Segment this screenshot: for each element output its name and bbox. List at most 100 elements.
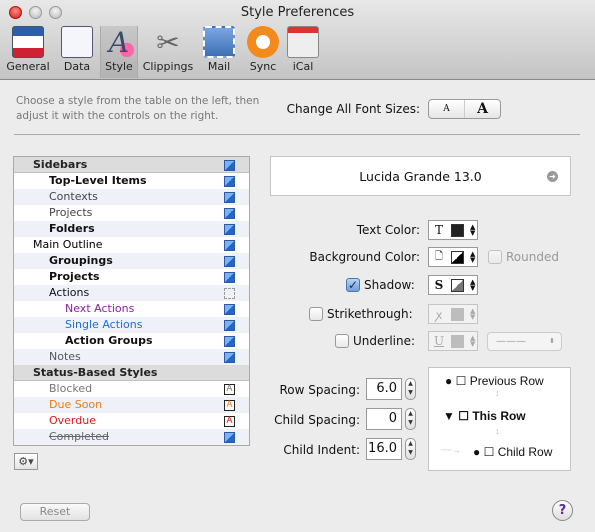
style-row[interactable]: Due Soon A xyxy=(14,397,249,413)
rounded-label: Rounded xyxy=(506,250,559,264)
row-spacing-stepper[interactable]: ▲ ▼ xyxy=(405,378,416,400)
popup-arrows-icon: ⬍ xyxy=(549,337,555,345)
gear-menu-button[interactable]: ⚙▾ xyxy=(14,453,38,470)
child-indent-stepper[interactable]: ▲ ▼ xyxy=(405,438,416,460)
child-row-preview: ● ☐ Child Row xyxy=(473,445,553,459)
style-row[interactable]: Next Actions xyxy=(14,301,249,317)
style-row[interactable]: Overdue A xyxy=(14,413,249,429)
style-row[interactable]: Main Outline xyxy=(14,237,249,253)
background-color-label: Background Color: xyxy=(309,250,420,264)
child-spacing-arrow-icon: ↕ xyxy=(495,426,500,436)
toolbar-label: Mail xyxy=(207,60,231,73)
style-swatch-icon xyxy=(224,224,235,235)
underline-checkbox[interactable] xyxy=(335,334,349,348)
style-row-label: Status-Based Styles xyxy=(33,366,158,379)
style-row[interactable]: Single Actions xyxy=(14,317,249,333)
background-color-well[interactable]: 🗋 ▲ ▼ xyxy=(428,247,478,267)
child-spacing-label: Child Spacing: xyxy=(274,413,360,427)
style-swatch-icon xyxy=(224,304,235,315)
underline-color-well[interactable]: U ▲ ▼ xyxy=(428,331,478,351)
toolbar-label: Clippings xyxy=(142,60,194,73)
stepper-arrows-icon: ▲ ▼ xyxy=(470,223,476,237)
color-swatch xyxy=(451,334,464,348)
stepper-arrows-icon: ▲ ▼ xyxy=(470,278,476,292)
style-table[interactable]: Sidebars Top-Level Items Contexts Projects F… xyxy=(13,156,250,446)
text-style-icon: A xyxy=(224,400,235,411)
style-row-label: Due Soon xyxy=(49,398,103,411)
style-row[interactable]: Blocked A xyxy=(14,381,249,397)
style-swatch-icon xyxy=(224,208,235,219)
style-row-label: Projects xyxy=(49,206,93,219)
style-row[interactable]: Top-Level Items xyxy=(14,173,249,189)
previous-row-label: Previous Row xyxy=(469,374,544,388)
child-row-label: Child Row xyxy=(497,445,553,459)
style-icon: A xyxy=(103,26,135,59)
style-row-label: Actions xyxy=(49,286,90,299)
style-row[interactable]: Projects xyxy=(14,205,249,221)
style-row[interactable]: Action Groups xyxy=(14,333,249,349)
underline-style-popup[interactable]: ——— ⬍ xyxy=(487,332,562,351)
style-row[interactable]: Sidebars xyxy=(14,157,249,173)
toolbar-style[interactable]: A Style xyxy=(100,26,138,78)
toolbar-mail[interactable]: Mail xyxy=(200,26,238,78)
toolbar-label: Sync xyxy=(249,60,277,73)
mail-stamp-icon xyxy=(203,26,235,58)
style-row[interactable]: Actions xyxy=(14,285,249,301)
general-icon xyxy=(12,26,44,58)
larger-font-button[interactable]: A xyxy=(465,100,500,118)
shadow-label: Shadow: xyxy=(364,278,415,292)
style-row[interactable]: Groupings xyxy=(14,253,249,269)
toolbar-data[interactable]: Data xyxy=(57,26,97,78)
strikethrough-checkbox[interactable] xyxy=(309,307,323,321)
style-row[interactable]: Status-Based Styles xyxy=(14,365,249,381)
this-row-preview: ▼ ☐ This Row xyxy=(443,409,526,423)
style-row[interactable]: Projects xyxy=(14,269,249,285)
strikethrough-color-well[interactable]: ꭗ ▲ ▼ xyxy=(428,304,478,324)
strikethrough-glyph-icon: ꭗ xyxy=(435,307,443,322)
spacing-preview: ● ☐ Previous Row ↕ ▼ ☐ This Row ↕ ┈┈→ ● … xyxy=(428,367,571,471)
style-row[interactable]: Notes xyxy=(14,349,249,365)
child-spacing-stepper[interactable]: ▲ ▼ xyxy=(405,408,416,430)
child-spacing-field[interactable]: 0 xyxy=(366,408,402,430)
style-row[interactable]: Contexts xyxy=(14,189,249,205)
reset-button[interactable]: Reset xyxy=(20,503,90,521)
toolbar-sync[interactable]: Sync xyxy=(244,26,282,78)
style-swatch-icon xyxy=(224,176,235,187)
smaller-font-button[interactable]: A xyxy=(429,100,465,118)
toolbar-general[interactable]: General xyxy=(6,26,50,78)
style-row-label: Blocked xyxy=(49,382,93,395)
rounded-checkbox[interactable] xyxy=(488,250,502,264)
shadow-color-well[interactable]: S ▲ ▼ xyxy=(428,275,478,295)
help-button[interactable]: ? xyxy=(552,500,573,521)
style-row-label: Projects xyxy=(49,270,100,283)
toolbar-clippings[interactable]: ✂ Clippings xyxy=(140,26,196,78)
underline-glyph-icon: U xyxy=(433,334,445,348)
style-swatch-icon xyxy=(224,192,235,203)
row-spacing-field[interactable]: 6.0 xyxy=(366,378,402,400)
style-row[interactable]: Folders xyxy=(14,221,249,237)
style-swatch-icon xyxy=(224,272,235,283)
line-style-value: ——— xyxy=(496,336,526,347)
style-swatch-icon xyxy=(224,256,235,267)
text-color-well[interactable]: T ▲ ▼ xyxy=(428,220,478,240)
style-row-label: Action Groups xyxy=(65,334,153,347)
arrow-right-icon[interactable]: ➜ xyxy=(547,171,558,182)
style-row[interactable]: Completed xyxy=(14,429,249,445)
font-selector[interactable]: Lucida Grande 13.0 ➜ xyxy=(270,156,571,196)
font-sizes-label: Change All Font Sizes: xyxy=(286,102,420,116)
text-color-label: Text Color: xyxy=(356,223,420,237)
style-row-label: Notes xyxy=(49,350,81,363)
style-row-label: Overdue xyxy=(49,414,96,427)
toolbar-label: iCal xyxy=(292,60,314,73)
scissors-icon: ✂ xyxy=(156,26,180,59)
color-swatch xyxy=(451,307,464,321)
style-row-label: Single Actions xyxy=(65,318,143,331)
font-size-segmented-control: A A xyxy=(428,99,501,119)
text-glyph-icon: T xyxy=(434,223,443,237)
child-indent-field[interactable]: 16.0 xyxy=(366,438,402,460)
toolbar-ical[interactable]: iCal xyxy=(285,26,321,78)
color-swatch xyxy=(451,250,464,264)
style-row-label: Top-Level Items xyxy=(49,174,147,187)
shadow-checkbox[interactable]: ✓ xyxy=(346,278,360,292)
style-row-label: Main Outline xyxy=(33,238,103,251)
